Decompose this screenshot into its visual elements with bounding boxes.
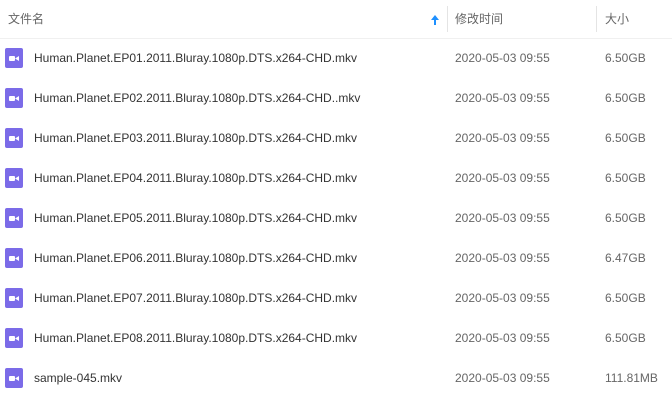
- file-modified-time: 2020-05-03 09:55: [455, 251, 550, 265]
- file-size: 6.50GB: [605, 131, 646, 145]
- file-name[interactable]: sample-045.mkv: [34, 358, 122, 398]
- file-row[interactable]: Human.Planet.EP06.2011.Bluray.1080p.DTS.…: [0, 238, 672, 278]
- file-name[interactable]: Human.Planet.EP01.2011.Bluray.1080p.DTS.…: [34, 38, 357, 78]
- file-list: 文件名 修改时间 大小 Human.Planet.EP01.2011.Blura…: [0, 0, 672, 400]
- column-divider[interactable]: [596, 6, 597, 32]
- file-size: 6.50GB: [605, 51, 646, 65]
- file-size: 6.47GB: [605, 251, 646, 265]
- video-file-icon: [5, 248, 23, 268]
- file-modified-time: 2020-05-03 09:55: [455, 371, 550, 385]
- video-file-icon: [5, 368, 23, 388]
- file-modified-time: 2020-05-03 09:55: [455, 291, 550, 305]
- file-row[interactable]: Human.Planet.EP05.2011.Bluray.1080p.DTS.…: [0, 198, 672, 238]
- file-size: 6.50GB: [605, 291, 646, 305]
- video-file-icon: [5, 48, 23, 68]
- file-name[interactable]: Human.Planet.EP07.2011.Bluray.1080p.DTS.…: [34, 278, 357, 318]
- column-header-size[interactable]: 大小: [605, 0, 665, 38]
- file-row[interactable]: sample-045.mkv 2020-05-03 09:55 111.81MB: [0, 358, 672, 398]
- column-divider[interactable]: [447, 6, 448, 32]
- file-row[interactable]: Human.Planet.EP08.2011.Bluray.1080p.DTS.…: [0, 318, 672, 358]
- file-name[interactable]: Human.Planet.EP03.2011.Bluray.1080p.DTS.…: [34, 118, 357, 158]
- file-name[interactable]: Human.Planet.EP02.2011.Bluray.1080p.DTS.…: [34, 78, 360, 118]
- video-file-icon: [5, 208, 23, 228]
- file-row[interactable]: Human.Planet.EP04.2011.Bluray.1080p.DTS.…: [0, 158, 672, 198]
- video-file-icon: [5, 288, 23, 308]
- video-file-icon: [5, 168, 23, 188]
- file-row[interactable]: Human.Planet.EP02.2011.Bluray.1080p.DTS.…: [0, 78, 672, 118]
- file-name[interactable]: Human.Planet.EP05.2011.Bluray.1080p.DTS.…: [34, 198, 357, 238]
- file-modified-time: 2020-05-03 09:55: [455, 171, 550, 185]
- file-name[interactable]: Human.Planet.EP04.2011.Bluray.1080p.DTS.…: [34, 158, 357, 198]
- file-modified-time: 2020-05-03 09:55: [455, 331, 550, 345]
- column-header: 文件名 修改时间 大小: [0, 0, 672, 39]
- video-file-icon: [5, 88, 23, 108]
- file-row[interactable]: Human.Planet.EP07.2011.Bluray.1080p.DTS.…: [0, 278, 672, 318]
- file-row[interactable]: Human.Planet.EP03.2011.Bluray.1080p.DTS.…: [0, 118, 672, 158]
- file-name[interactable]: Human.Planet.EP08.2011.Bluray.1080p.DTS.…: [34, 318, 357, 358]
- file-modified-time: 2020-05-03 09:55: [455, 131, 550, 145]
- file-modified-time: 2020-05-03 09:55: [455, 51, 550, 65]
- video-file-icon: [5, 128, 23, 148]
- sort-ascending-icon[interactable]: [430, 14, 440, 26]
- file-row[interactable]: Human.Planet.EP01.2011.Bluray.1080p.DTS.…: [0, 38, 672, 78]
- video-file-icon: [5, 328, 23, 348]
- file-size: 111.81MB: [605, 371, 658, 385]
- file-name[interactable]: Human.Planet.EP06.2011.Bluray.1080p.DTS.…: [34, 238, 357, 278]
- file-size: 6.50GB: [605, 91, 646, 105]
- column-header-time[interactable]: 修改时间: [455, 0, 585, 38]
- file-rows: Human.Planet.EP01.2011.Bluray.1080p.DTS.…: [0, 38, 672, 398]
- file-size: 6.50GB: [605, 211, 646, 225]
- file-modified-time: 2020-05-03 09:55: [455, 91, 550, 105]
- file-modified-time: 2020-05-03 09:55: [455, 211, 550, 225]
- file-size: 6.50GB: [605, 331, 646, 345]
- column-header-name[interactable]: 文件名: [8, 0, 438, 38]
- file-size: 6.50GB: [605, 171, 646, 185]
